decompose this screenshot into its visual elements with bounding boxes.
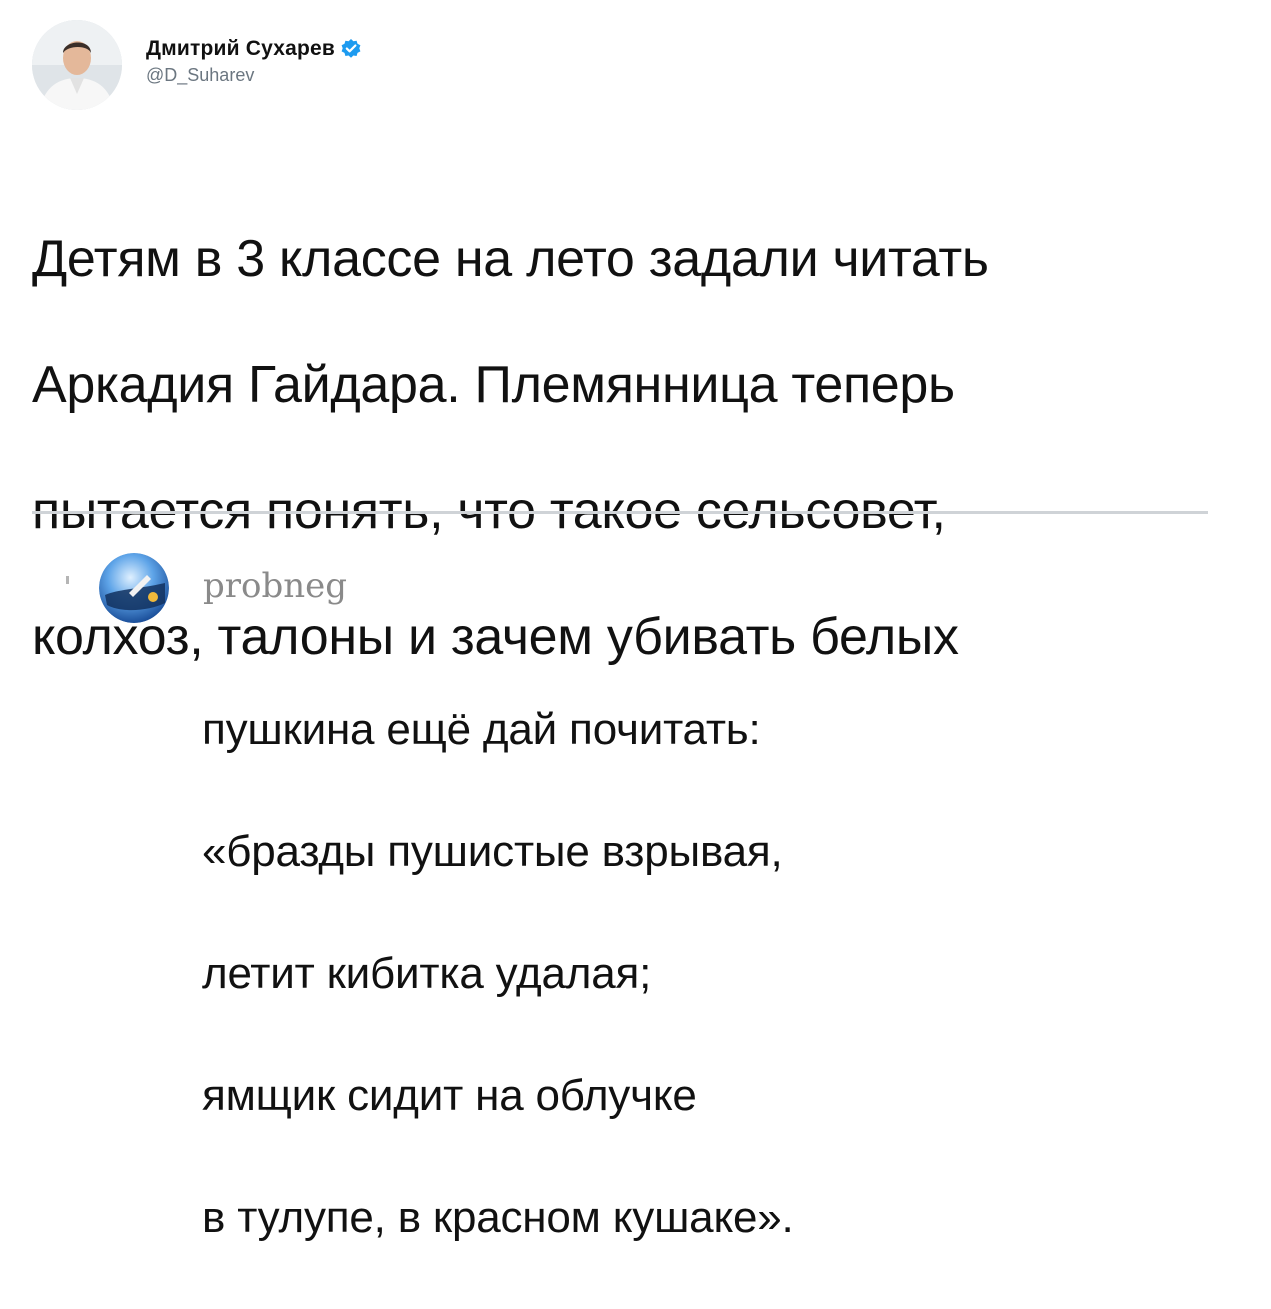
- profile-photo-icon: [32, 20, 122, 110]
- tick-mark: [66, 576, 69, 584]
- author-name[interactable]: Дмитрий Сухарев: [146, 37, 335, 61]
- comment-text: пушкина ещё дай почитать: «бразды пушист…: [202, 638, 794, 1309]
- author-info: Дмитрий Сухарев @D_Suharev: [146, 37, 362, 86]
- comment-avatar[interactable]: [99, 553, 169, 623]
- verified-badge-icon: [340, 38, 362, 60]
- tweet-text-line: Аркадия Гайдара. Племянница теперь: [32, 356, 955, 414]
- comment-header: probneg: [66, 552, 347, 624]
- tweet-header: Дмитрий Сухарев @D_Suharev: [32, 20, 362, 110]
- globe-avatar-icon: [99, 553, 169, 623]
- tweet-text-line: Детям в 3 классе на лето задали читать: [32, 230, 989, 288]
- author-name-row: Дмитрий Сухарев: [146, 37, 362, 61]
- divider: [32, 511, 1208, 514]
- comment-text-line: в тулупе, в красном кушаке».: [202, 1193, 794, 1242]
- comment-author[interactable]: probneg: [203, 566, 347, 606]
- author-avatar[interactable]: [32, 20, 122, 110]
- comment-text-line: «бразды пушистые взрывая,: [202, 827, 783, 876]
- comment-text-line: ямщик сидит на облучке: [202, 1071, 697, 1120]
- author-handle[interactable]: @D_Suharev: [146, 65, 362, 86]
- comment-text-line: пушкина ещё дай почитать:: [202, 705, 761, 754]
- comment-text-line: летит кибитка удалая;: [202, 949, 652, 998]
